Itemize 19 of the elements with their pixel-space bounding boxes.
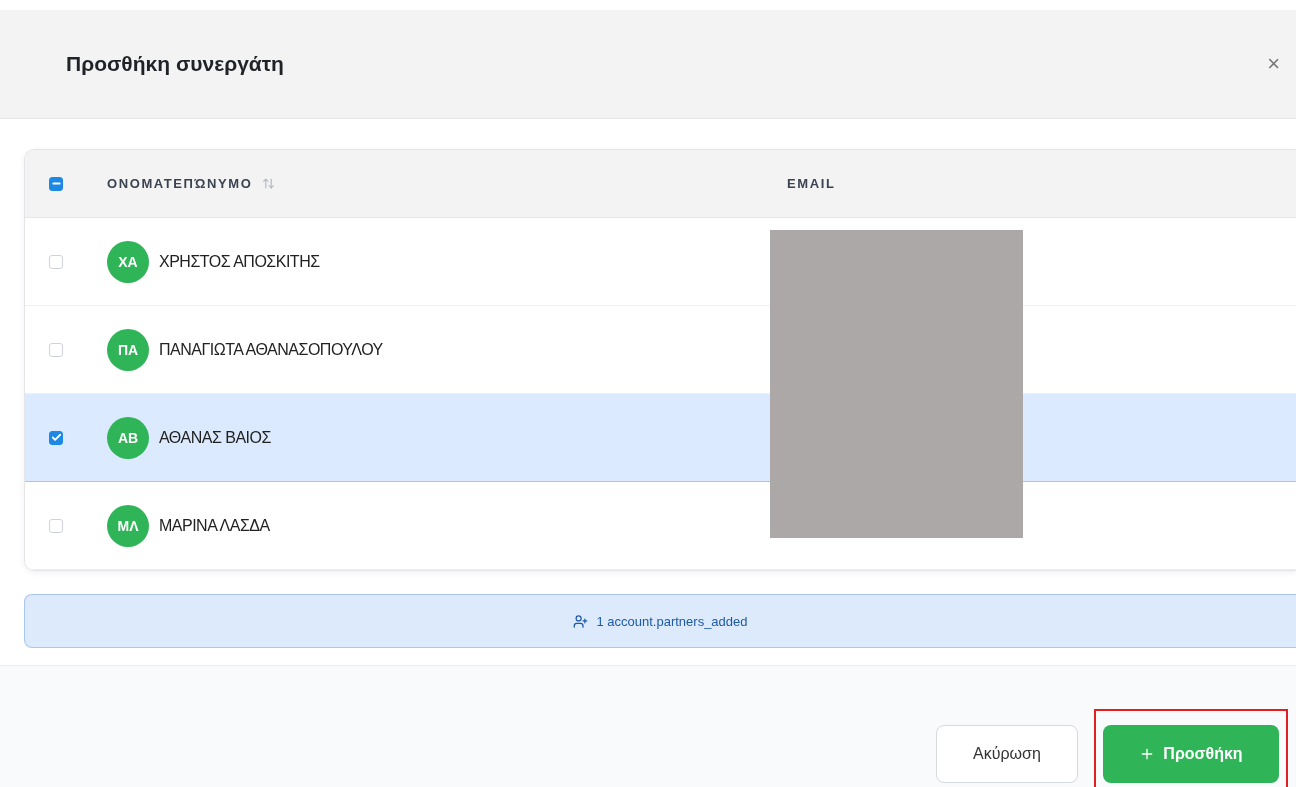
column-header: ΟΝΟΜΑΤΕΠΏΝΥΜΟ bbox=[107, 176, 253, 191]
avatar: ΑΒ bbox=[107, 416, 149, 459]
row-checkbox[interactable] bbox=[49, 430, 63, 445]
partner-name: ΠΑΝΑΓΙΩΤΑ ΑΘΑΝΑΣΟΠΟΥΛΟΥ bbox=[159, 340, 383, 359]
check-icon bbox=[50, 432, 62, 443]
dialog-title: Προσθήκη συνεργάτη bbox=[66, 52, 284, 76]
close-button[interactable]: × bbox=[1259, 47, 1288, 81]
partner-name: ΑΘΑΝΑΣ ΒΑΙΟΣ bbox=[159, 428, 271, 447]
user-plus-icon bbox=[573, 613, 589, 629]
avatar: ΜΛ bbox=[107, 504, 149, 547]
partner-name: ΜΑΡΙΝΑ ΛΑΣΔΑ bbox=[159, 516, 270, 535]
partner-name: ΧΡΗΣΤΟΣ ΑΠΟΣΚΙΤΗΣ bbox=[159, 252, 320, 271]
column-header: EMAIL bbox=[787, 176, 836, 191]
sort-icon[interactable] bbox=[262, 177, 276, 190]
cancel-button[interactable]: Ακύρωση bbox=[936, 725, 1078, 783]
select-all-checkbox[interactable] bbox=[49, 176, 63, 191]
avatar: ΠΑ bbox=[107, 328, 149, 371]
banner-text: 1 account.partners_added bbox=[596, 613, 748, 629]
avatar: ΧΑ bbox=[107, 240, 149, 283]
